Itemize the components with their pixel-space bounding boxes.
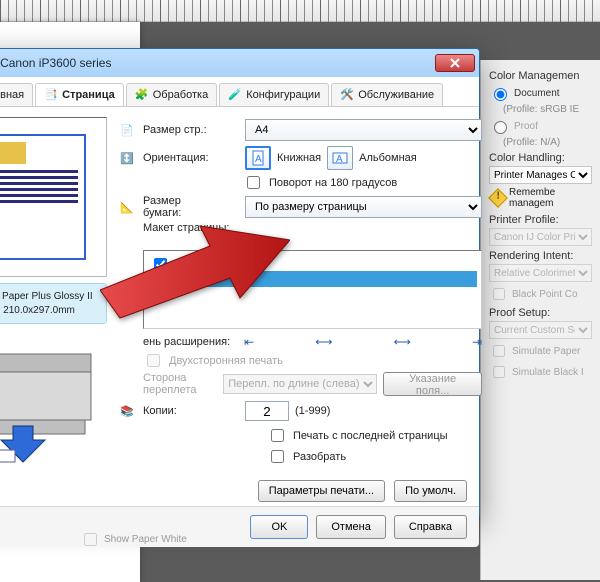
print-options-button[interactable]: Параметры печати... [258,480,385,502]
icon-page: 📑 [44,88,58,102]
horizontal-ruler [0,0,600,22]
tab-maintenance[interactable]: 🛠️Обслуживание [331,83,443,106]
tab-main[interactable]: 📄авная [0,83,33,106]
layout-label: Макет страницы: [143,222,239,234]
titlebar[interactable]: ства: Canon iP3600 series [0,49,479,77]
slider-tick-icon: ⟷ [394,335,411,349]
sim-black-checkbox [493,366,505,378]
svg-text:A: A [336,154,343,164]
radio-proof[interactable] [494,121,507,134]
printer-profile-select: Canon IJ Color Prin [489,228,592,246]
layout-pane[interactable]: Печать без полей Норм. размер [143,250,482,329]
svg-text:A: A [255,154,262,165]
extension-label: ень расширения: [143,336,238,348]
window-title: ства: Canon iP3600 series [0,56,435,70]
proof-setup-select: Current Custom Set [489,321,592,339]
borderless-label: Печать без полей [174,259,264,271]
show-paper-white-checkbox [84,533,97,546]
radio-document[interactable] [494,88,507,101]
orientation-label: Ориентация: [143,152,239,164]
orientation-portrait[interactable]: A [245,146,271,170]
warning-text: Remembe managem [509,187,555,209]
page-thumbnail [0,117,107,277]
icon-processing: 🧩 [135,88,149,102]
slider-tick-icon: ⇥ [472,335,482,349]
color-management-panel: Color Managemen Document (Profile: sRGB … [480,60,600,580]
binding-label: Сторона переплета [143,372,217,396]
copies-range: (1-999) [295,405,330,417]
page-size-icon: 📄 [117,124,137,137]
collate-label: Разобрать [293,451,346,463]
media-label: oto Paper Plus Glossy II 210.0x297.0mm [0,283,107,324]
tab-processing[interactable]: 🧩Обработка [126,83,217,106]
tab-page[interactable]: 📑Страница [35,83,124,106]
paper-size-icon: 📐 [117,201,137,214]
proof-label: Proof [514,121,538,132]
cancel-button[interactable]: Отмена [316,515,385,539]
copies-icon: 📚 [117,405,137,418]
copies-label: Копии: [143,405,239,417]
defaults-button[interactable]: По умолч. [394,480,467,502]
borderless-checkbox[interactable] [154,258,167,271]
duplex-label: Двухсторонняя печать [169,355,283,367]
margins-button: Указание поля... [383,372,482,396]
document-label: Document [514,88,560,99]
color-handling-select[interactable]: Printer Manages Col [489,166,592,184]
sim-paper-checkbox [493,345,505,357]
paper-size-select[interactable]: По размеру страницы [245,196,482,218]
stray-show-paper-white: Show Paper White [80,530,187,549]
close-icon [450,58,460,68]
close-button[interactable] [435,54,475,72]
rendering-intent-select: Relative Colorimetri [489,264,592,282]
duplex-checkbox [147,354,160,367]
color-handling-label: Color Handling: [489,152,592,164]
icon-maintenance: 🛠️ [340,88,354,102]
printer-illustration [0,336,107,466]
sim-paper-label: Simulate Paper [512,346,580,357]
rotate-180-label: Поворот на 180 градусов [269,177,397,189]
bpc-label: Black Point Co [512,289,578,300]
page-size-select[interactable]: A4 [245,119,482,141]
layout-hint: Норм. размер [156,273,220,284]
printer-profile-label: Printer Profile: [489,214,592,226]
binding-select: Перепл. по длине (слева) [223,374,377,394]
icon-profiles: 🧪 [228,88,242,102]
tab-profiles[interactable]: 🧪Конфигурации [219,83,329,106]
print-properties-dialog: ства: Canon iP3600 series 📄авная 📑Страни… [0,48,480,518]
rotate-180-checkbox[interactable] [247,176,260,189]
from-last-label: Печать с последней страницы [293,430,448,442]
collate-checkbox[interactable] [271,450,284,463]
warning-icon [488,188,508,208]
orientation-icon: ↕️ [117,152,137,165]
page-size-label: Размер стр.: [143,124,239,136]
slider-tick-icon: ⟷ [315,335,332,349]
tab-bar: 📄авная 📑Страница 🧩Обработка 🧪Конфигураци… [0,77,479,107]
help-button[interactable]: Справка [394,515,467,539]
bpc-checkbox [493,288,505,300]
proof-setup-label: Proof Setup: [489,307,592,319]
slider-tick-icon: ⇤ [244,335,254,349]
panel-title: Color Managemen [489,70,592,82]
ok-button[interactable]: OK [250,515,308,539]
orientation-landscape[interactable]: A [327,146,353,170]
rendering-intent-label: Rendering Intent: [489,250,592,262]
copies-input[interactable] [245,401,289,421]
sim-black-label: Simulate Black I [512,367,584,378]
document-profile: (Profile: sRGB IE [503,104,592,115]
from-last-checkbox[interactable] [271,429,284,442]
proof-profile: (Profile: N/A) [503,137,592,148]
extension-slider[interactable]: ⇤ ⟷ ⟷ ⇥ [244,335,482,349]
